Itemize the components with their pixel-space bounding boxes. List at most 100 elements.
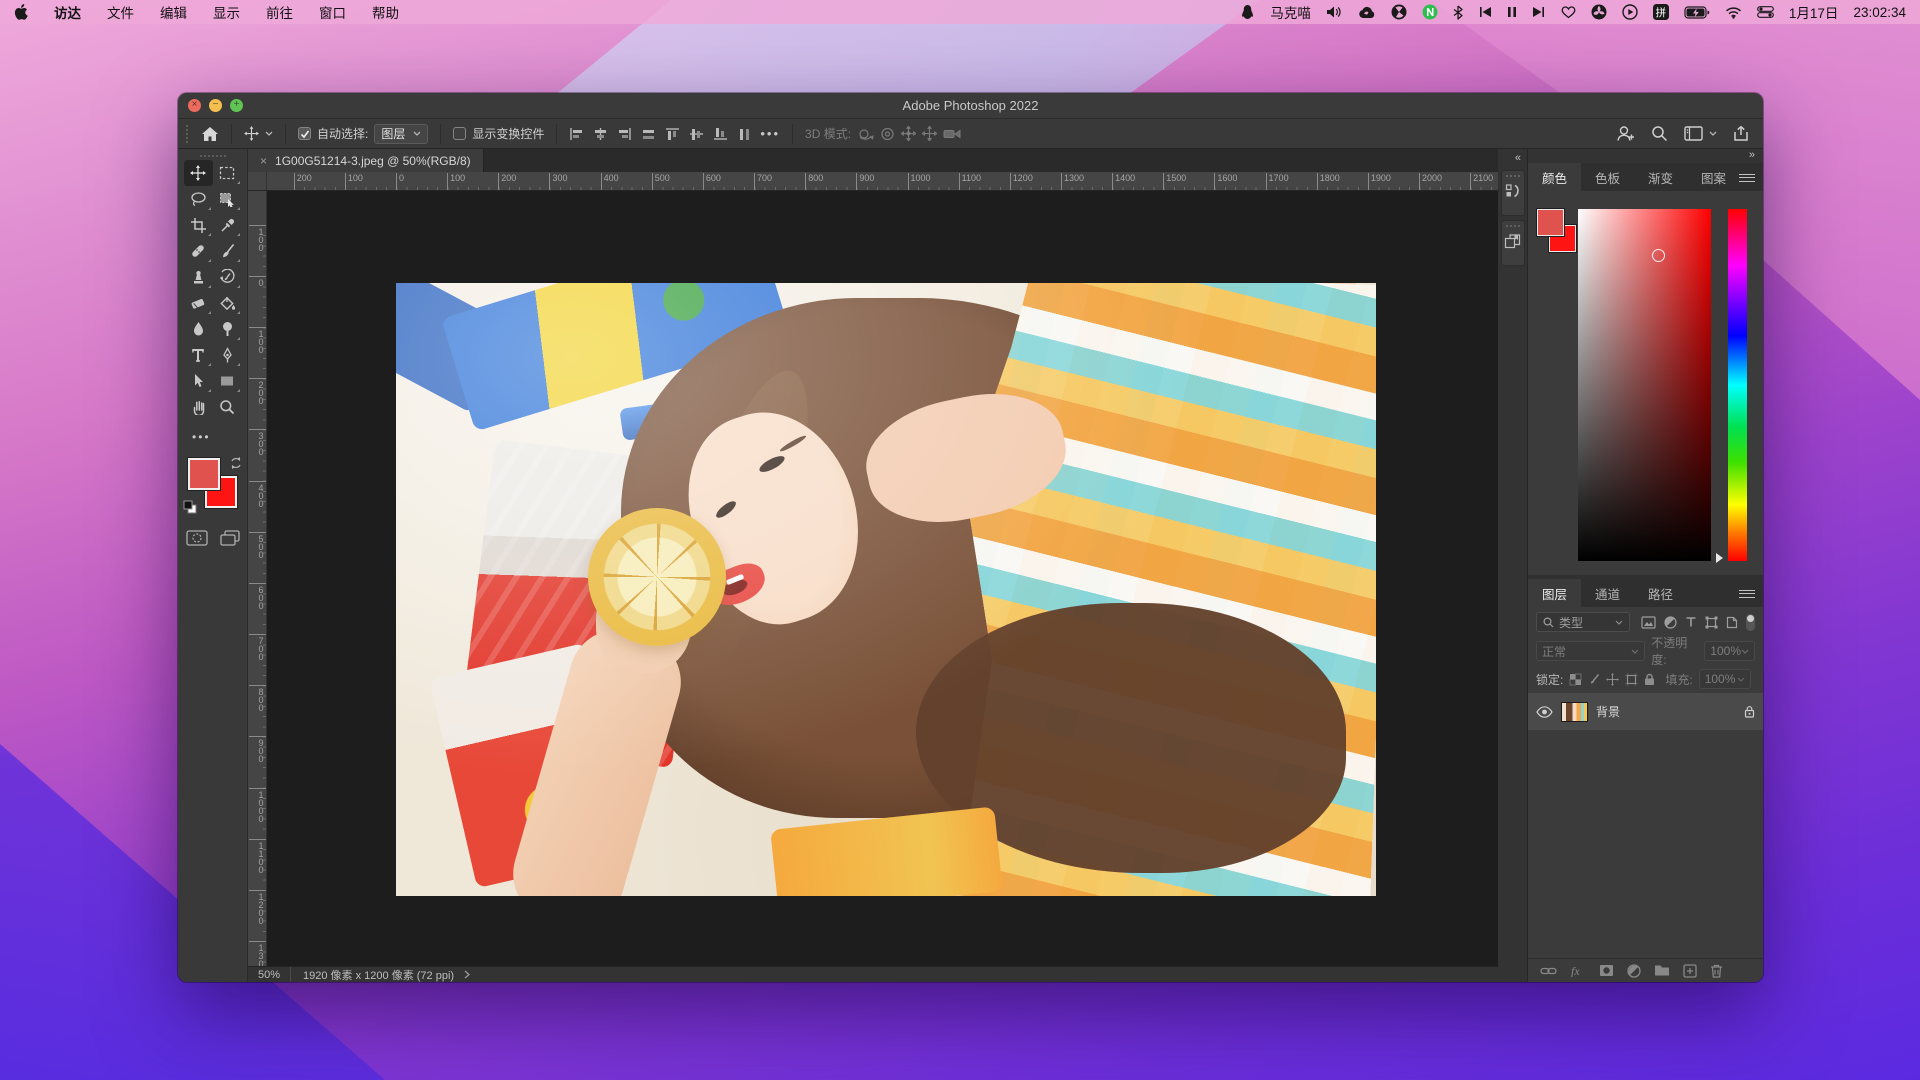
- tool-move[interactable]: [184, 160, 213, 186]
- default-colors-icon[interactable]: [183, 500, 197, 514]
- tool-path-selection[interactable]: [184, 368, 213, 394]
- tool-type[interactable]: [184, 342, 213, 368]
- workspace-switcher[interactable]: [1684, 126, 1717, 141]
- tool-clone-stamp[interactable]: [184, 264, 213, 290]
- hue-slider[interactable]: [1728, 209, 1747, 561]
- menu-item-4[interactable]: 前往: [266, 2, 293, 22]
- menu-date[interactable]: 1月17日: [1789, 2, 1839, 22]
- close-button[interactable]: ×: [188, 99, 201, 112]
- zoom-button[interactable]: +: [230, 99, 243, 112]
- tool-lasso[interactable]: [184, 186, 213, 212]
- title-bar[interactable]: × − + Adobe Photoshop 2022: [178, 93, 1763, 119]
- next-track-icon[interactable]: [1532, 6, 1546, 18]
- align-top-icon[interactable]: [665, 127, 680, 141]
- panel-menu-icon[interactable]: [1739, 587, 1755, 598]
- lock-artboard-icon[interactable]: [1625, 673, 1638, 686]
- align-middle-icon[interactable]: [689, 127, 704, 141]
- new-group-icon[interactable]: [1654, 964, 1670, 977]
- tab-gradients[interactable]: 渐变: [1634, 163, 1687, 191]
- link-layers-icon[interactable]: [1540, 966, 1557, 976]
- search-icon[interactable]: [1651, 125, 1668, 142]
- menu-username[interactable]: 马克喵: [1270, 2, 1311, 22]
- fan-x-icon[interactable]: [1391, 4, 1407, 20]
- distribute-h-icon[interactable]: [641, 127, 656, 141]
- layer-filter-toggle[interactable]: [1746, 614, 1755, 631]
- bluetooth-icon[interactable]: [1453, 5, 1463, 20]
- tool-object-selection[interactable]: [213, 186, 242, 212]
- menu-item-6[interactable]: 帮助: [372, 2, 399, 22]
- tab-layers[interactable]: 图层: [1528, 579, 1581, 607]
- pause-icon[interactable]: [1507, 6, 1517, 18]
- canvas-photo[interactable]: [396, 283, 1376, 896]
- new-layer-icon[interactable]: [1683, 964, 1697, 978]
- 3d-slide-icon[interactable]: [922, 126, 937, 141]
- libraries-panel-button[interactable]: [1501, 220, 1525, 266]
- play-circle-icon[interactable]: [1622, 4, 1638, 20]
- qq-icon[interactable]: [1240, 4, 1255, 20]
- panel-menu-icon[interactable]: [1739, 171, 1755, 182]
- swap-colors-icon[interactable]: [229, 456, 243, 470]
- canvas[interactable]: [267, 191, 1498, 966]
- tool-blur[interactable]: [184, 316, 213, 342]
- tool-rectangle[interactable]: [213, 368, 242, 394]
- tools-grip[interactable]: [200, 155, 226, 157]
- 3d-camera-icon[interactable]: [943, 128, 961, 140]
- align-bottom-icon[interactable]: [713, 127, 728, 141]
- filter-pixel-layers-icon[interactable]: [1641, 616, 1656, 629]
- quick-mask-icon[interactable]: [186, 530, 208, 546]
- color-cursor[interactable]: [1652, 249, 1665, 262]
- align-right-icon[interactable]: [617, 127, 632, 141]
- tab-color[interactable]: 颜色: [1528, 163, 1581, 191]
- tool-eyedropper[interactable]: [213, 212, 242, 238]
- tool-crop[interactable]: [184, 212, 213, 238]
- tool-eraser[interactable]: [184, 290, 213, 316]
- tool-preset-move[interactable]: [244, 126, 273, 141]
- lock-pixels-icon[interactable]: [1588, 673, 1600, 686]
- filter-smart-objects-icon[interactable]: [1726, 616, 1738, 629]
- add-adjustment-icon[interactable]: [1627, 964, 1641, 978]
- tool-zoom[interactable]: [213, 394, 242, 420]
- tab-close-icon[interactable]: ×: [260, 154, 267, 168]
- collapse-panels-control[interactable]: »: [1528, 149, 1763, 163]
- filter-adjustment-layers-icon[interactable]: [1664, 616, 1677, 629]
- h-ruler[interactable]: 2001000100200300400500600700800900100011…: [267, 172, 1498, 190]
- previous-track-icon[interactable]: [1478, 6, 1492, 18]
- history-panel-button[interactable]: [1501, 170, 1525, 216]
- tool-marquee[interactable]: [213, 160, 242, 186]
- screen-mode-icon[interactable]: [220, 530, 240, 546]
- tab-swatches[interactable]: 色板: [1581, 163, 1634, 191]
- menu-item-0[interactable]: 访达: [54, 2, 81, 22]
- options-grip[interactable]: [186, 125, 191, 143]
- menu-item-3[interactable]: 显示: [213, 2, 240, 22]
- add-mask-icon[interactable]: [1599, 964, 1614, 977]
- blend-mode-dropdown[interactable]: 正常: [1536, 641, 1645, 661]
- layer-filter-dropdown[interactable]: 类型: [1536, 612, 1630, 632]
- home-icon[interactable]: [201, 126, 219, 142]
- doc-info[interactable]: 1920 像素 x 1200 像素 (72 ppi): [291, 967, 482, 983]
- layer-row-background[interactable]: 背景: [1528, 693, 1763, 730]
- menu-item-1[interactable]: 文件: [107, 2, 134, 22]
- control-center-icon[interactable]: [1757, 6, 1774, 18]
- lock-all-icon[interactable]: [1644, 673, 1655, 686]
- cloud-icon[interactable]: [1358, 5, 1376, 19]
- hue-slider-arrow[interactable]: [1716, 553, 1723, 563]
- share-account-icon[interactable]: [1616, 125, 1635, 142]
- menu-item-5[interactable]: 窗口: [319, 2, 346, 22]
- document-tab[interactable]: × 1G00G51214-3.jpeg @ 50%(RGB/8): [248, 149, 484, 172]
- lock-position-icon[interactable]: [1606, 673, 1619, 686]
- opacity-field[interactable]: 100%: [1704, 641, 1755, 661]
- share-icon[interactable]: [1733, 125, 1749, 142]
- tool-pen[interactable]: [213, 342, 242, 368]
- delete-layer-icon[interactable]: [1710, 964, 1723, 978]
- layer-visibility-icon[interactable]: [1536, 706, 1553, 718]
- foreground-color-swatch[interactable]: [188, 458, 220, 490]
- tool-brush[interactable]: [213, 238, 242, 264]
- show-transform-checkbox[interactable]: [453, 127, 466, 140]
- zoom-level-field[interactable]: 50%: [248, 967, 291, 982]
- align-center-h-icon[interactable]: [593, 127, 608, 141]
- 3d-orbit-icon[interactable]: [857, 127, 874, 141]
- menu-item-2[interactable]: 编辑: [160, 2, 187, 22]
- fan-icon[interactable]: [1591, 4, 1607, 20]
- ruler-corner[interactable]: [248, 172, 267, 190]
- distribute-v-icon[interactable]: [737, 127, 752, 141]
